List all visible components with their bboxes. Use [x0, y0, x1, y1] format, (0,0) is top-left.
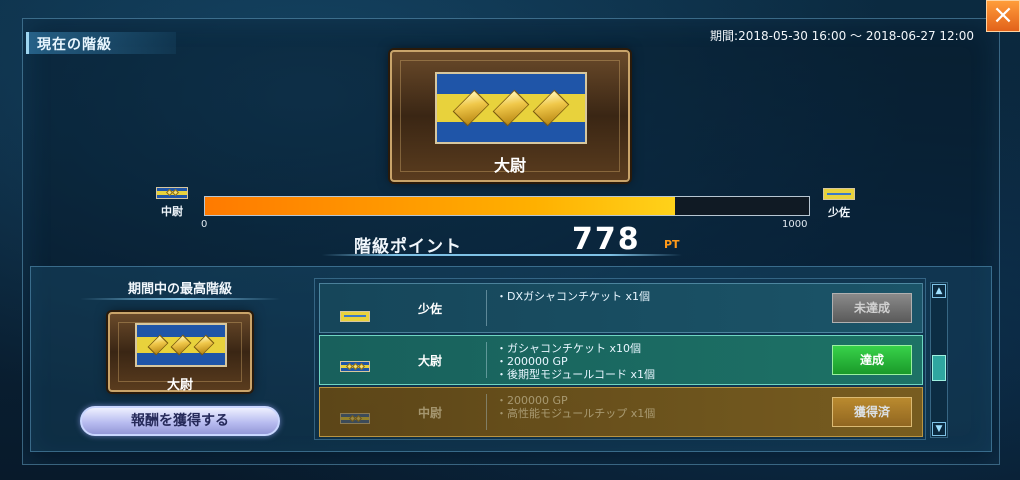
reward-item: ・200000 GP — [496, 394, 568, 407]
lieutenant-insignia-icon — [340, 406, 370, 425]
progress-max: 1000 — [782, 219, 808, 230]
reward-row: 中尉 ・200000 GP ・高性能モジュールチップ x1個 獲得済 — [319, 387, 923, 437]
status-locked-button: 未達成 — [832, 293, 912, 323]
highest-rank-divider — [80, 298, 280, 300]
current-rank-emblem: 大尉 — [390, 50, 630, 182]
rank-points-value: 778 — [572, 222, 641, 257]
scroll-up-icon[interactable]: ▲ — [932, 284, 946, 298]
highest-rank-emblem: 大尉 — [108, 312, 252, 393]
reward-list-scrollbar[interactable]: ▲ ▼ — [930, 282, 948, 438]
rank-insignia — [135, 323, 227, 367]
status-claimed-button: 獲得済 — [832, 397, 912, 427]
next-rank: 少佐 — [820, 180, 858, 220]
close-button[interactable]: × — [986, 0, 1020, 32]
reward-items: ・DXガシャコンチケット x1個 — [496, 290, 650, 303]
rank-insignia — [435, 72, 587, 144]
highest-rank-title: 期間中の最高階級 — [127, 282, 232, 297]
lieutenant-insignia-icon — [156, 186, 188, 199]
window-title: 現在の階級 — [26, 32, 176, 54]
period-text: 期間:2018-05-30 16:00 ～ 2018-06-27 12:00 — [710, 29, 974, 43]
reward-item: ・後期型モジュールコード x1個 — [496, 368, 656, 381]
reward-rank-name: 大尉 — [417, 354, 442, 368]
reward-row: 少佐 ・DXガシャコンチケット x1個 未達成 — [319, 283, 923, 333]
highest-rank-name: 大尉 — [166, 378, 193, 393]
reward-item: ・DXガシャコンチケット x1個 — [496, 290, 651, 303]
reward-item: ・ガシャコンチケット x10個 — [496, 342, 642, 355]
reward-list: 少佐 ・DXガシャコンチケット x1個 未達成 大尉 ・ガシャコンチケット x1… — [314, 278, 926, 440]
row-divider — [486, 342, 487, 378]
reward-items: ・200000 GP ・高性能モジュールチップ x1個 — [496, 394, 655, 420]
reward-items: ・ガシャコンチケット x10個 ・200000 GP ・後期型モジュールコード … — [496, 342, 655, 381]
major-insignia-icon — [340, 302, 370, 322]
scroll-down-icon[interactable]: ▼ — [932, 422, 946, 436]
row-divider — [486, 290, 487, 326]
rank-progress-fill — [205, 197, 675, 215]
claim-reward-button[interactable]: 報酬を獲得する — [80, 406, 280, 436]
rank-progress-bar — [204, 196, 810, 216]
prev-rank: 中尉 — [155, 180, 189, 219]
progress-min: 0 — [201, 219, 208, 230]
reward-row: 大尉 ・ガシャコンチケット x10個 ・200000 GP ・後期型モジュールコ… — [319, 335, 923, 385]
current-rank-name: 大尉 — [493, 156, 526, 175]
reward-rank-name: 中尉 — [417, 406, 442, 420]
reward-item: ・200000 GP — [496, 355, 568, 368]
row-divider — [486, 394, 487, 430]
reward-rank-name: 少佐 — [417, 302, 442, 316]
captain-insignia-icon — [340, 354, 370, 373]
rank-points-unit: PT — [664, 238, 680, 251]
status-achieved-button[interactable]: 達成 — [832, 345, 912, 375]
next-rank-label: 少佐 — [828, 206, 850, 219]
prev-rank-label: 中尉 — [161, 205, 183, 218]
major-insignia-icon — [823, 188, 855, 200]
reward-item: ・高性能モジュールチップ x1個 — [496, 407, 656, 420]
scroll-thumb[interactable] — [932, 355, 946, 381]
